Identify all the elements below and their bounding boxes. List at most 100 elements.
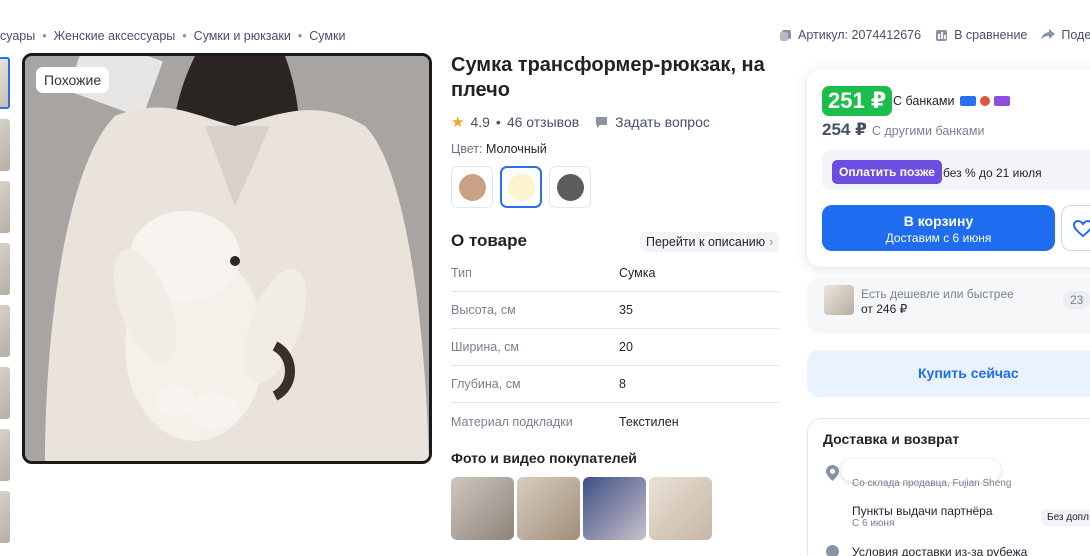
- color-swatches: [451, 166, 591, 208]
- customer-photo[interactable]: [451, 477, 514, 540]
- pay-later-text: без % до 21 июля: [943, 166, 1042, 180]
- color-prefix: Цвет:: [451, 142, 483, 156]
- product-main-image[interactable]: [22, 53, 432, 464]
- compare-button[interactable]: В сравнение: [935, 28, 1027, 42]
- breadcrumb-item[interactable]: суары: [0, 29, 35, 43]
- spec-value: 8: [619, 377, 626, 391]
- rating-row: ★ 4.9 • 46 отзывов Задать вопрос: [451, 113, 710, 131]
- spec-key: Материал подкладки: [451, 414, 573, 429]
- spec-row: Высота, см 35: [451, 292, 779, 329]
- article-number: Артикул: 2074412676: [798, 28, 922, 42]
- customer-photo[interactable]: [517, 477, 580, 540]
- breadcrumb-separator: •: [297, 29, 303, 43]
- reviews-link[interactable]: 46 отзывов: [507, 114, 579, 130]
- spec-key: Глубина, см: [451, 377, 521, 391]
- bank-icons: [959, 96, 1010, 106]
- rating-separator: •: [495, 114, 501, 130]
- customer-photos-title: Фото и видео покупателей: [451, 450, 637, 466]
- breadcrumb: суары • Женские аксессуары • Сумки и рюкзаки…: [0, 29, 345, 43]
- delivery-date-label: Доставим с 6 июня: [885, 231, 992, 245]
- spec-value: 35: [619, 303, 633, 317]
- price-bank-label: С банками: [893, 94, 955, 108]
- cheaper-offers-price: от 246 ₽: [861, 302, 908, 316]
- thumbnail-strip: [0, 57, 10, 553]
- breadcrumb-item[interactable]: Сумки: [309, 29, 345, 43]
- thumbnail[interactable]: [0, 367, 10, 419]
- add-to-cart-button[interactable]: В корзину Доставим с 6 июня: [822, 205, 1055, 251]
- breadcrumb-item[interactable]: Сумки и рюкзаки: [194, 29, 291, 43]
- pay-later-button[interactable]: Оплатить позже: [832, 160, 942, 184]
- product-meta: Артикул: 2074412676 В сравнение Поделит: [779, 28, 1090, 42]
- price-other-label: С другими банками: [872, 124, 985, 138]
- favorite-button[interactable]: [1061, 205, 1090, 251]
- copy-icon: [780, 29, 791, 41]
- spec-value: Текстилен: [619, 414, 679, 429]
- chevron-right-icon: ›: [769, 235, 774, 249]
- chat-icon: [596, 116, 608, 128]
- swatch-dot: [458, 173, 486, 201]
- breadcrumb-item[interactable]: Женские аксессуары: [54, 29, 176, 43]
- ask-question-button[interactable]: Задать вопрос: [595, 114, 710, 130]
- spec-key: Высота, см: [451, 303, 516, 317]
- spec-value: Сумка: [619, 266, 656, 280]
- rating-value: 4.9: [470, 114, 490, 130]
- heart-icon: [1073, 220, 1090, 238]
- product-photo: [25, 56, 429, 461]
- article-info[interactable]: Артикул: 2074412676: [779, 28, 921, 42]
- bank-logo-icon: [959, 96, 976, 106]
- spec-row: Глубина, см 8: [451, 366, 779, 403]
- bank-logo-icon: [993, 96, 1010, 106]
- delivery-title: Доставка и возврат: [823, 431, 960, 447]
- color-label: Цвет: Молочный: [451, 142, 547, 156]
- cheaper-offer-thumbnail: [824, 285, 854, 315]
- compare-label: В сравнение: [954, 28, 1028, 42]
- color-swatch[interactable]: [549, 166, 591, 208]
- thumbnail[interactable]: [0, 181, 10, 233]
- color-swatch[interactable]: [451, 166, 493, 208]
- spec-value: 20: [619, 340, 633, 354]
- thumbnail[interactable]: [0, 119, 10, 171]
- price-other-banks: 254 ₽: [822, 120, 867, 139]
- pickup-points-label[interactable]: Пункты выдачи партнёра: [852, 504, 993, 518]
- location-pin-icon: [826, 465, 839, 481]
- swatch-dot: [556, 173, 584, 201]
- goto-description-label: Перейти к описанию: [646, 235, 766, 249]
- product-title: Сумка трансформер-рюкзак, на плечо: [451, 54, 765, 101]
- price-bank-label-row: С банками: [893, 94, 1010, 108]
- ask-question-label: Задать вопрос: [615, 114, 710, 130]
- customer-photo[interactable]: [649, 477, 712, 540]
- thumbnail[interactable]: [0, 429, 10, 481]
- spec-key: Тип: [451, 266, 472, 280]
- info-icon: [826, 545, 839, 556]
- color-value: Молочный: [485, 142, 547, 156]
- delivery-conditions-link[interactable]: Условия доставки из-за рубежа: [852, 545, 1027, 556]
- pickup-tag: Без допл: [1041, 509, 1090, 526]
- spec-row: Материал подкладки Текстилен: [451, 403, 779, 440]
- share-label: Поделит: [1061, 28, 1090, 42]
- spec-key: Ширина, см: [451, 340, 520, 354]
- specs-table: Тип Сумка Высота, см 35 Ширина, см 20 Глуби…: [451, 255, 779, 440]
- delivery-from: Со склада продавца, Fujian Sheng: [852, 478, 1012, 489]
- spec-row: Ширина, см 20: [451, 329, 779, 366]
- goto-description-button[interactable]: Перейти к описанию ›: [640, 232, 780, 252]
- cheaper-offers-count: 23: [1063, 291, 1090, 309]
- pickup-date: С 6 июня: [852, 518, 895, 529]
- share-button[interactable]: Поделит: [1041, 28, 1090, 42]
- star-icon: ★: [451, 114, 465, 131]
- about-title: О товаре: [451, 231, 527, 250]
- price-with-bank: 251 ₽: [822, 86, 893, 116]
- customer-photo[interactable]: [583, 477, 646, 540]
- thumbnail[interactable]: [0, 243, 10, 295]
- compare-icon: [936, 29, 948, 41]
- breadcrumb-separator: •: [182, 29, 187, 43]
- thumbnail[interactable]: [0, 57, 10, 109]
- similar-button[interactable]: Похожие: [36, 67, 110, 93]
- add-to-cart-label: В корзину: [903, 213, 974, 229]
- spec-row: Тип Сумка: [451, 255, 779, 292]
- customer-photos: [451, 477, 712, 540]
- buy-now-button[interactable]: Купить сейчас: [807, 350, 1090, 397]
- thumbnail[interactable]: [0, 491, 10, 543]
- thumbnail[interactable]: [0, 305, 10, 357]
- color-swatch-selected[interactable]: [500, 166, 542, 208]
- breadcrumb-separator: •: [42, 29, 47, 43]
